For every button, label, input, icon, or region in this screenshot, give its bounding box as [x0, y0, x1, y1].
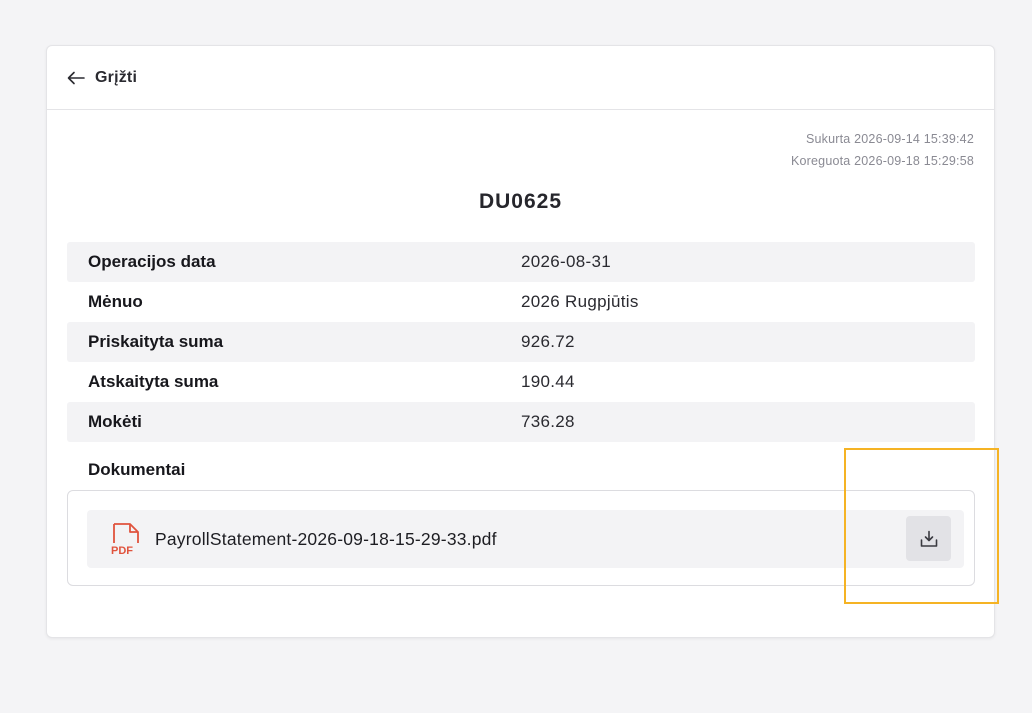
document-item[interactable]: PDF PayrollStatement-2026-09-18-15-29-33… — [87, 510, 964, 568]
page-title: DU0625 — [478, 190, 563, 213]
download-button[interactable] — [906, 516, 951, 561]
details-row-month: Mėnuo 2026 Rugpjūtis — [67, 282, 975, 322]
documents-heading: Dokumentai — [88, 460, 186, 479]
details-value: 2026 Rugpjūtis — [521, 292, 639, 311]
details-label: Atskaityta suma — [88, 372, 219, 391]
details-table: Operacijos data 2026-08-31 Mėnuo 2026 Ru… — [67, 242, 975, 442]
details-label: Priskaityta suma — [88, 332, 224, 351]
pdf-file-icon: PDF — [111, 522, 141, 556]
back-button[interactable]: Grįžti — [67, 69, 137, 87]
details-value: 736.28 — [521, 412, 575, 431]
card-header: Grįžti — [47, 46, 994, 110]
download-icon — [920, 530, 937, 547]
details-row-payable: Mokėti 736.28 — [67, 402, 975, 442]
pdf-type-label: PDF — [111, 545, 133, 556]
details-label: Mokėti — [88, 412, 142, 431]
documents-list: PDF PayrollStatement-2026-09-18-15-29-33… — [67, 490, 975, 586]
details-label: Mėnuo — [88, 292, 143, 311]
back-label: Grįžti — [95, 68, 138, 86]
details-row-operation-date: Operacijos data 2026-08-31 — [67, 242, 975, 282]
document-file-name[interactable]: PayrollStatement-2026-09-18-15-29-33.pdf — [155, 529, 497, 550]
details-value: 190.44 — [521, 372, 575, 391]
details-label: Operacijos data — [88, 252, 216, 271]
details-value: 2026-08-31 — [521, 252, 611, 271]
modified-timestamp: Koreguota 2026-09-18 15:29:58 — [790, 154, 974, 168]
detail-card: Grįžti Sukurta 2026-09-14 15:39:42 Koreg… — [46, 45, 995, 638]
details-row-deducted-amount: Atskaityta suma 190.44 — [67, 362, 975, 402]
details-value: 926.72 — [521, 332, 575, 351]
timestamps: Sukurta 2026-09-14 15:39:42 Koreguota 20… — [791, 128, 974, 172]
created-timestamp: Sukurta 2026-09-14 15:39:42 — [805, 132, 974, 146]
arrow-left-icon — [67, 71, 85, 84]
details-row-accrued-amount: Priskaityta suma 926.72 — [67, 322, 975, 362]
